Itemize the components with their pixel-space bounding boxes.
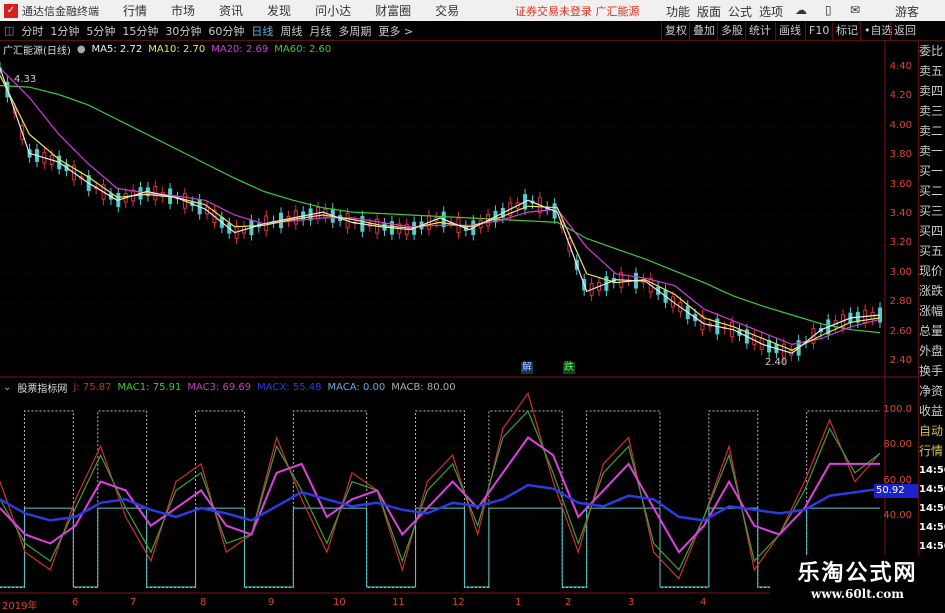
side-item[interactable]: 收益 — [919, 401, 945, 421]
side-item[interactable]: 现价 — [919, 261, 945, 281]
side-item[interactable]: 买五 — [919, 241, 945, 261]
side-item[interactable]: 卖三 — [919, 101, 945, 121]
x-tick-label: 1 — [515, 597, 522, 608]
side-item[interactable]: 14:50 — [919, 499, 945, 518]
side-item[interactable]: 涨跌 — [919, 281, 945, 301]
side-item[interactable]: 买一 — [919, 161, 945, 181]
side-item[interactable]: 涨幅 — [919, 301, 945, 321]
mac1-label: MAC1: 75.91 — [117, 381, 182, 393]
side-item[interactable]: 卖二 — [919, 121, 945, 141]
side-item[interactable]: 净资 — [919, 381, 945, 401]
x-tick-label: 10 — [333, 597, 346, 608]
side-item[interactable]: 卖四 — [919, 81, 945, 101]
mac3-label: MAC3: 69.69 — [187, 381, 252, 393]
chart-canvas[interactable] — [0, 0, 918, 609]
price-tick-label: 3.40 — [889, 208, 912, 219]
chevron-down-icon[interactable]: ⌄ — [3, 382, 11, 393]
side-item[interactable]: 自动 — [919, 421, 945, 441]
side-item[interactable]: 行情 — [919, 441, 945, 461]
quote-side-panel: 委比 卖五 卖四 卖三 卖二 卖一 买一 买二 买三 买四 买五 现价 涨跌 涨幅 总量 外盘 换手 净资 收益 自动… — [918, 41, 945, 609]
side-item[interactable]: 委比 — [919, 41, 945, 61]
j-label: J: 75.87 — [73, 381, 112, 393]
price-tick-label: 2.40 — [889, 355, 912, 366]
price-tick-label: 4.40 — [889, 61, 912, 72]
x-tick-label: 4 — [700, 597, 707, 608]
j-line — [0, 392, 881, 580]
x-tick-label: 6 — [72, 597, 79, 608]
mark-die: 跌 — [563, 362, 575, 374]
side-item[interactable]: 买三 — [919, 201, 945, 221]
x-tick-label: 2 — [565, 597, 572, 608]
x-tick-label: 11 — [392, 597, 405, 608]
mac1-line — [0, 409, 881, 571]
x-tick-label: 9 — [268, 597, 275, 608]
mark-jie: 解 — [521, 362, 533, 374]
x-tick-label: 12 — [452, 597, 465, 608]
price-tick-label: 3.20 — [889, 237, 912, 249]
maca-label: MACA: 0.00 — [327, 381, 386, 393]
price-tick-label: 2.60 — [889, 325, 912, 337]
macb-label: MACB: 80.00 — [391, 381, 456, 393]
side-item[interactable]: 卖一 — [919, 141, 945, 161]
watermark-title: 乐淘公式网 — [797, 561, 918, 586]
side-item[interactable]: 买二 — [919, 181, 945, 201]
indicator-tick-label: 40.00 — [883, 509, 912, 521]
ma60-line — [0, 85, 881, 334]
side-item[interactable]: 换手 — [919, 361, 945, 381]
side-item[interactable]: 14:50 — [919, 461, 945, 480]
watermark: 乐淘公式网 www.60lt.com — [770, 555, 945, 609]
watermark-url: www.60lt.com — [811, 587, 904, 601]
side-item[interactable]: 14:50 — [919, 537, 945, 556]
macx-label: MACX: 55.48 — [257, 381, 322, 393]
indicator-legend: ⌄ 股票指标网 J: 75.87 MAC1: 75.91 MAC3: 69.69… — [0, 380, 462, 395]
side-item[interactable]: 14:50 — [919, 518, 945, 537]
indicator-tick-label: 80.00 — [883, 439, 912, 451]
side-item[interactable]: 外盘 — [919, 341, 945, 361]
price-tick-label: 2.80 — [889, 296, 912, 308]
price-tick-label: 3.00 — [889, 266, 912, 278]
high-annotation: 4.33 — [14, 74, 37, 85]
ma5-line — [0, 67, 881, 354]
low-annotation: 2.40 — [765, 357, 788, 368]
side-item[interactable]: 14:50 — [919, 480, 945, 499]
side-item[interactable]: 卖五 — [919, 61, 945, 81]
x-tick-label: 3 — [628, 597, 635, 608]
indicator-tick-label: 100.0 — [883, 404, 912, 415]
price-tick-label: 4.00 — [889, 119, 912, 131]
price-tick-label: 4.20 — [889, 90, 912, 102]
ma10-line — [0, 75, 881, 351]
indicator-title: 股票指标网 — [17, 383, 68, 395]
x-tick-label: 8 — [200, 597, 207, 608]
last-value-badge: 50.92 — [874, 484, 918, 498]
price-tick-label: 3.80 — [889, 149, 912, 161]
side-item[interactable]: 总量 — [919, 321, 945, 341]
x-tick-label: 2019年 — [2, 601, 38, 612]
price-tick-label: 3.60 — [889, 178, 912, 190]
side-item[interactable]: 买四 — [919, 221, 945, 241]
x-tick-label: 7 — [130, 597, 137, 608]
